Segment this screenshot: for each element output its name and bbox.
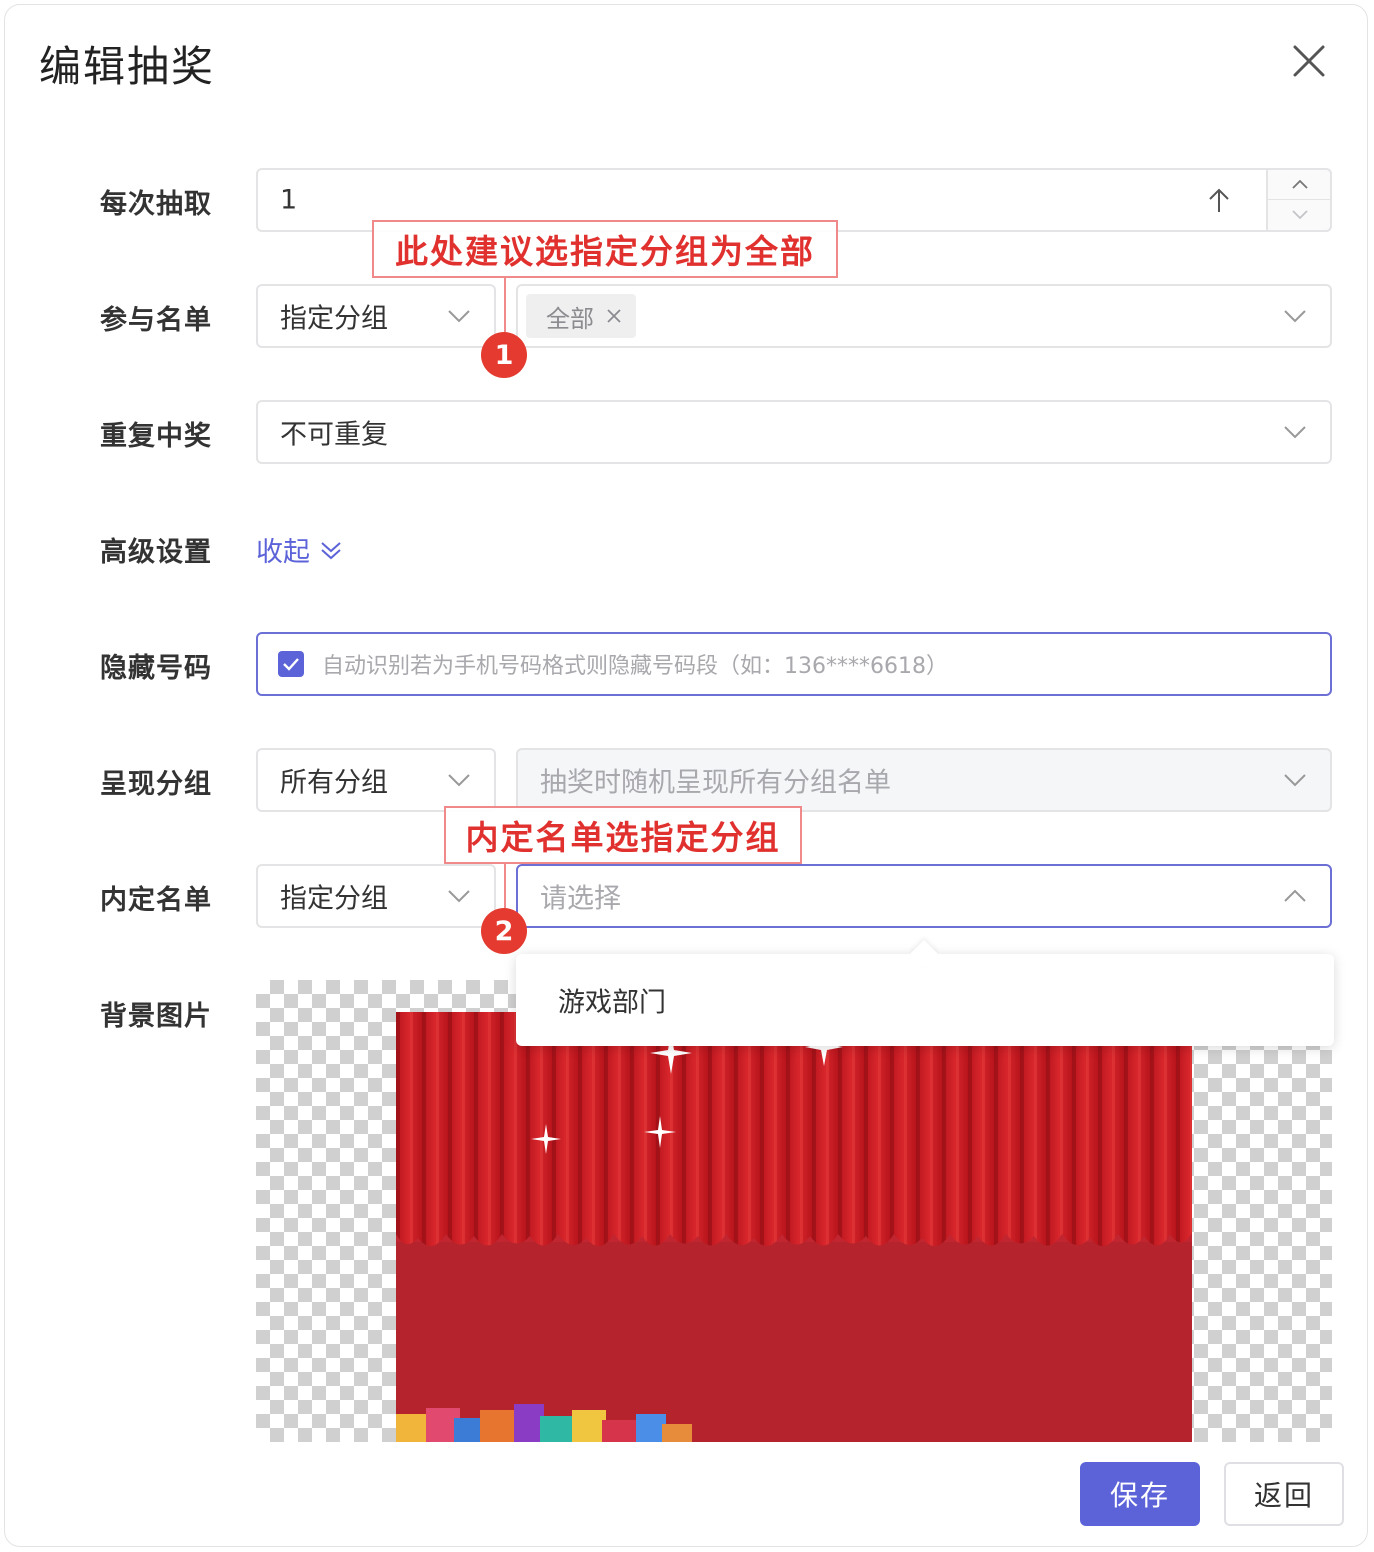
repeat-value: 不可重复 bbox=[280, 419, 388, 451]
back-button[interactable]: 返回 bbox=[1224, 1462, 1344, 1526]
chevron-down-icon bbox=[448, 890, 470, 903]
chevron-down-icon bbox=[1284, 426, 1306, 439]
chevron-up-icon bbox=[1292, 179, 1308, 189]
advanced-toggle-label: 收起 bbox=[256, 537, 310, 568]
stepper-decrease-button[interactable] bbox=[1268, 200, 1330, 230]
number-stepper[interactable] bbox=[1266, 168, 1332, 232]
chevron-down-icon bbox=[448, 774, 470, 787]
tag-close-icon[interactable] bbox=[606, 308, 622, 324]
show-group-mode-value: 所有分组 bbox=[280, 767, 388, 799]
preset-mode-value: 指定分组 bbox=[280, 883, 388, 915]
chevron-down-icon bbox=[448, 310, 470, 323]
selected-group-tag-label: 全部 bbox=[546, 304, 594, 333]
annotation-callout-2: 内定名单选指定分组 bbox=[444, 806, 802, 864]
per-draw-value: 1 bbox=[280, 184, 298, 216]
preset-label: 内定名单 bbox=[100, 885, 212, 916]
dropdown-option[interactable]: 游戏部门 bbox=[558, 981, 666, 1020]
preset-placeholder: 请选择 bbox=[540, 883, 621, 915]
hide-number-hint: 自动识别若为手机号码格式则隐藏号码段（如：136****6618） bbox=[322, 654, 948, 679]
stage-curtain-image bbox=[396, 1012, 1192, 1442]
chevron-up-icon bbox=[1284, 889, 1306, 902]
preset-group-dropdown: 游戏部门 bbox=[516, 939, 1334, 1046]
check-icon bbox=[283, 658, 299, 671]
stepper-increase-button[interactable] bbox=[1268, 170, 1330, 200]
show-group-select: 抽奖时随机呈现所有分组名单 bbox=[516, 748, 1332, 812]
participants-label: 参与名单 bbox=[100, 305, 212, 336]
background-image-preview[interactable] bbox=[256, 980, 1332, 1442]
show-group-mode-select[interactable]: 所有分组 bbox=[256, 748, 496, 812]
background-label: 背景图片 bbox=[100, 1001, 212, 1032]
annotation-badge-2: 2 bbox=[481, 908, 527, 954]
hide-number-label: 隐藏号码 bbox=[100, 653, 212, 684]
show-group-label: 呈现分组 bbox=[100, 769, 212, 800]
close-icon[interactable] bbox=[1289, 41, 1329, 81]
participants-mode-value: 指定分组 bbox=[280, 303, 388, 335]
show-group-placeholder: 抽奖时随机呈现所有分组名单 bbox=[540, 767, 891, 799]
repeat-label: 重复中奖 bbox=[100, 421, 212, 452]
selected-group-tag: 全部 bbox=[526, 294, 636, 338]
annotation-callout-1: 此处建议选指定分组为全部 bbox=[372, 220, 838, 278]
chevron-down-icon bbox=[1284, 774, 1306, 787]
participants-mode-select[interactable]: 指定分组 bbox=[256, 284, 496, 348]
annotation-badge-1: 1 bbox=[481, 332, 527, 378]
dialog-title: 编辑抽奖 bbox=[39, 42, 216, 91]
repeat-select[interactable]: 不可重复 bbox=[256, 400, 1332, 464]
chevron-down-icon bbox=[1292, 210, 1308, 220]
arrow-up-icon bbox=[1209, 188, 1229, 212]
annotation-line-2 bbox=[504, 864, 506, 908]
preset-group-select[interactable]: 请选择 bbox=[516, 864, 1332, 928]
chevron-down-icon bbox=[1284, 310, 1306, 323]
annotation-line-1 bbox=[504, 278, 506, 332]
preset-mode-select[interactable]: 指定分组 bbox=[256, 864, 496, 928]
double-chevron-down-icon bbox=[321, 541, 341, 559]
hide-number-checkbox[interactable] bbox=[278, 651, 304, 677]
participants-group-select[interactable]: 全部 bbox=[516, 284, 1332, 348]
advanced-label: 高级设置 bbox=[100, 537, 212, 568]
hide-number-option[interactable]: 自动识别若为手机号码格式则隐藏号码段（如：136****6618） bbox=[256, 632, 1332, 696]
per-draw-label: 每次抽取 bbox=[100, 189, 212, 220]
advanced-collapse-toggle[interactable]: 收起 bbox=[256, 530, 342, 569]
save-button[interactable]: 保存 bbox=[1080, 1462, 1200, 1526]
